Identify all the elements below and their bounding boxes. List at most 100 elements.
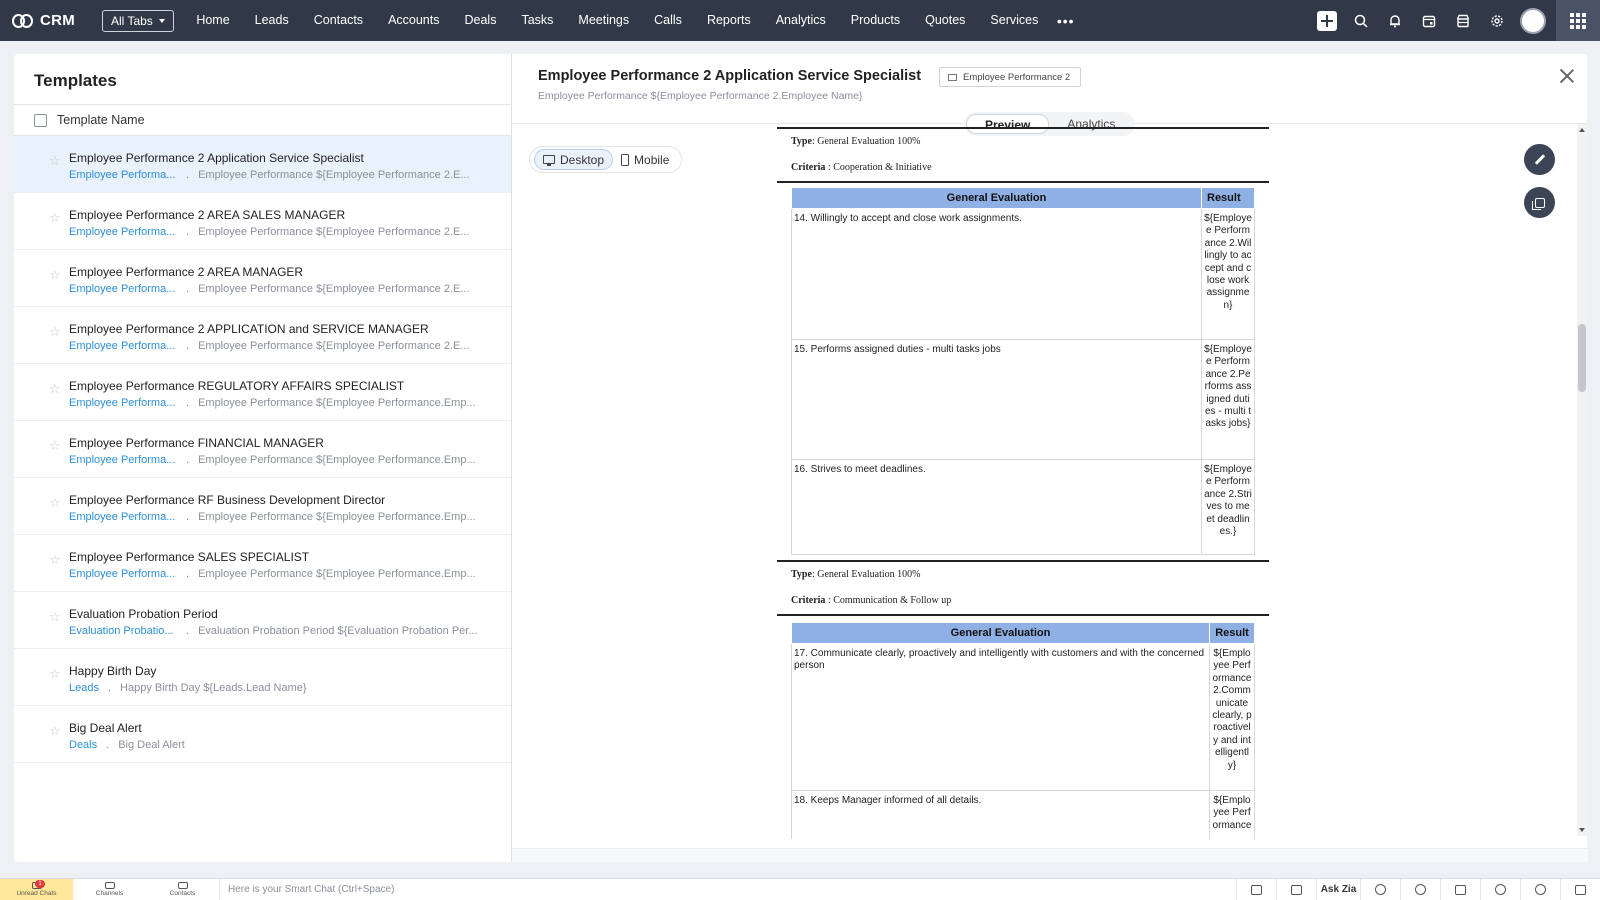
star-icon[interactable]: ☆ — [49, 666, 61, 682]
nav-tab-meetings[interactable]: Meetings — [566, 0, 642, 41]
channels-icon — [104, 882, 115, 889]
create-button[interactable] — [1310, 0, 1344, 41]
avatar[interactable] — [1520, 7, 1546, 34]
mobile-view-button[interactable]: Mobile — [613, 149, 677, 170]
nav-tab-reports[interactable]: Reports — [694, 0, 763, 41]
close-icon[interactable] — [1559, 68, 1575, 84]
more-tabs-icon[interactable]: ••• — [1057, 13, 1075, 29]
all-tabs-dropdown[interactable]: All Tabs — [102, 9, 174, 32]
nav-tab-accounts[interactable]: Accounts — [376, 0, 452, 41]
section-type: Type: General Evaluation 100% — [777, 562, 1269, 588]
template-module: Evaluation Probatio... — [69, 625, 174, 637]
template-row[interactable]: ☆ Employee Performance RF Business Devel… — [14, 478, 511, 535]
template-row[interactable]: ☆ Evaluation Probation Period Evaluation… — [14, 592, 511, 649]
nav-tab-contacts[interactable]: Contacts — [301, 0, 375, 41]
crm-logo[interactable]: CRM — [12, 12, 88, 29]
settings-button[interactable] — [1560, 878, 1600, 900]
announcements-button[interactable] — [1276, 878, 1316, 900]
template-name: Employee Performance 2 APPLICATION and S… — [69, 322, 429, 336]
search-button[interactable] — [1344, 0, 1378, 41]
screen-share-button[interactable] — [1236, 878, 1276, 900]
gear-icon — [1491, 14, 1503, 27]
desktop-view-button[interactable]: Desktop — [534, 149, 614, 170]
vertical-scrollbar[interactable] — [1577, 124, 1587, 836]
separator-dot: . — [186, 226, 190, 238]
question-cell: 14. Willingly to accept and close work a… — [791, 208, 1202, 340]
template-row[interactable]: ☆ Employee Performance 2 AREA MANAGER Em… — [14, 250, 511, 307]
template-row[interactable]: ☆ Happy Birth Day Leads. Happy Birth Day … — [14, 649, 511, 706]
table-row: 14. Willingly to accept and close work a… — [791, 208, 1255, 340]
template-module: Employee Performa... — [69, 568, 176, 580]
type-label: Type — [791, 136, 812, 147]
template-row[interactable]: ☆ Big Deal Alert Deals. Big Deal Alert — [14, 706, 511, 763]
criteria-label: Criteria — [791, 162, 826, 173]
template-name: Employee Performance FINANCIAL MANAGER — [69, 436, 324, 450]
nav-tab-leads[interactable]: Leads — [242, 0, 301, 41]
unread-chats-button[interactable]: 1 Unread Chats — [0, 878, 73, 900]
star-icon[interactable]: ☆ — [49, 723, 61, 739]
history-icon — [1535, 884, 1546, 895]
detail-subject: Employee Performance ${Employee Performa… — [538, 90, 863, 102]
template-row[interactable]: ☆ Employee Performance 2 APPLICATION and… — [14, 307, 511, 364]
refresh-button[interactable] — [1400, 878, 1440, 900]
nav-tab-home[interactable]: Home — [184, 0, 242, 41]
scroll-up-icon[interactable] — [1579, 128, 1585, 132]
template-row[interactable]: ☆ Employee Performance SALES SPECIALIST … — [14, 535, 511, 592]
star-icon[interactable]: ☆ — [49, 438, 61, 454]
channels-button[interactable]: Channels — [73, 879, 146, 900]
detail-title: Employee Performance 2 Application Servi… — [538, 68, 922, 84]
horizontal-scrollbar[interactable] — [512, 848, 1588, 862]
evaluation-table: General Evaluation Result 17. Communicat… — [791, 622, 1255, 839]
star-icon[interactable]: ☆ — [49, 153, 61, 169]
result-cell: ${Employee Performance 2.Willingly to ac… — [1201, 208, 1255, 340]
template-name: Employee Performance 2 Application Servi… — [69, 151, 364, 165]
criteria-label: Criteria — [791, 595, 826, 606]
calendar-icon — [1422, 15, 1436, 27]
star-icon[interactable]: ☆ — [49, 552, 61, 568]
apps-icon — [1570, 12, 1586, 29]
table-row: 15. Performs assigned duties - multi tas… — [791, 339, 1255, 460]
nav-tab-tasks[interactable]: Tasks — [509, 0, 566, 41]
select-all-checkbox[interactable] — [34, 113, 47, 127]
feedback-button[interactable] — [1360, 878, 1400, 900]
scroll-thumb[interactable] — [1578, 324, 1586, 392]
nav-tab-deals[interactable]: Deals — [452, 0, 509, 41]
star-icon[interactable]: ☆ — [49, 210, 61, 226]
zia-button[interactable] — [1440, 878, 1480, 900]
settings-icon — [1575, 884, 1586, 895]
smart-chat-input[interactable]: Here is your Smart Chat (Ctrl+Space) — [219, 878, 1236, 900]
template-name: Big Deal Alert — [69, 721, 142, 735]
template-row[interactable]: ☆ Employee Performance FINANCIAL MANAGER… — [14, 421, 511, 478]
setup-button[interactable] — [1480, 0, 1514, 41]
template-row[interactable]: ☆ Employee Performance REGULATORY AFFAIR… — [14, 364, 511, 421]
evaluation-table: General Evaluation Result 14. Willingly … — [791, 187, 1255, 555]
notifications-button[interactable] — [1378, 0, 1412, 41]
contacts-button[interactable]: Contacts — [146, 879, 219, 900]
star-icon[interactable]: ☆ — [49, 381, 61, 397]
scroll-down-icon[interactable] — [1579, 828, 1585, 832]
templates-title: Templates — [34, 71, 117, 90]
star-icon[interactable]: ☆ — [49, 324, 61, 340]
calendar-button[interactable] — [1412, 0, 1446, 41]
nav-tab-calls[interactable]: Calls — [642, 0, 695, 41]
star-icon[interactable]: ☆ — [49, 267, 61, 283]
history-button[interactable] — [1520, 878, 1560, 900]
module-chip-label: Employee Performance 2 — [963, 71, 1071, 83]
star-icon[interactable]: ☆ — [49, 495, 61, 511]
separator-dot: . — [186, 397, 190, 409]
result-cell: ${Employee Performance 2.Communicate cle… — [1209, 643, 1255, 791]
clone-button[interactable] — [1524, 187, 1555, 218]
nav-tab-analytics[interactable]: Analytics — [763, 0, 838, 41]
template-module: Employee Performa... — [69, 169, 176, 181]
nav-tab-products[interactable]: Products — [838, 0, 912, 41]
ask-zia-button[interactable]: Ask Zia — [1316, 878, 1360, 900]
template-row[interactable]: ☆ Employee Performance 2 Application Ser… — [14, 136, 511, 193]
apps-button[interactable] — [1556, 0, 1600, 41]
reminders-button[interactable] — [1480, 878, 1520, 900]
template-row[interactable]: ☆ Employee Performance 2 AREA SALES MANA… — [14, 193, 511, 250]
star-icon[interactable]: ☆ — [49, 609, 61, 625]
edit-button[interactable] — [1524, 144, 1555, 175]
nav-tab-services[interactable]: Services — [978, 0, 1051, 41]
nav-tab-quotes[interactable]: Quotes — [913, 0, 978, 41]
marketplace-button[interactable] — [1446, 0, 1480, 41]
